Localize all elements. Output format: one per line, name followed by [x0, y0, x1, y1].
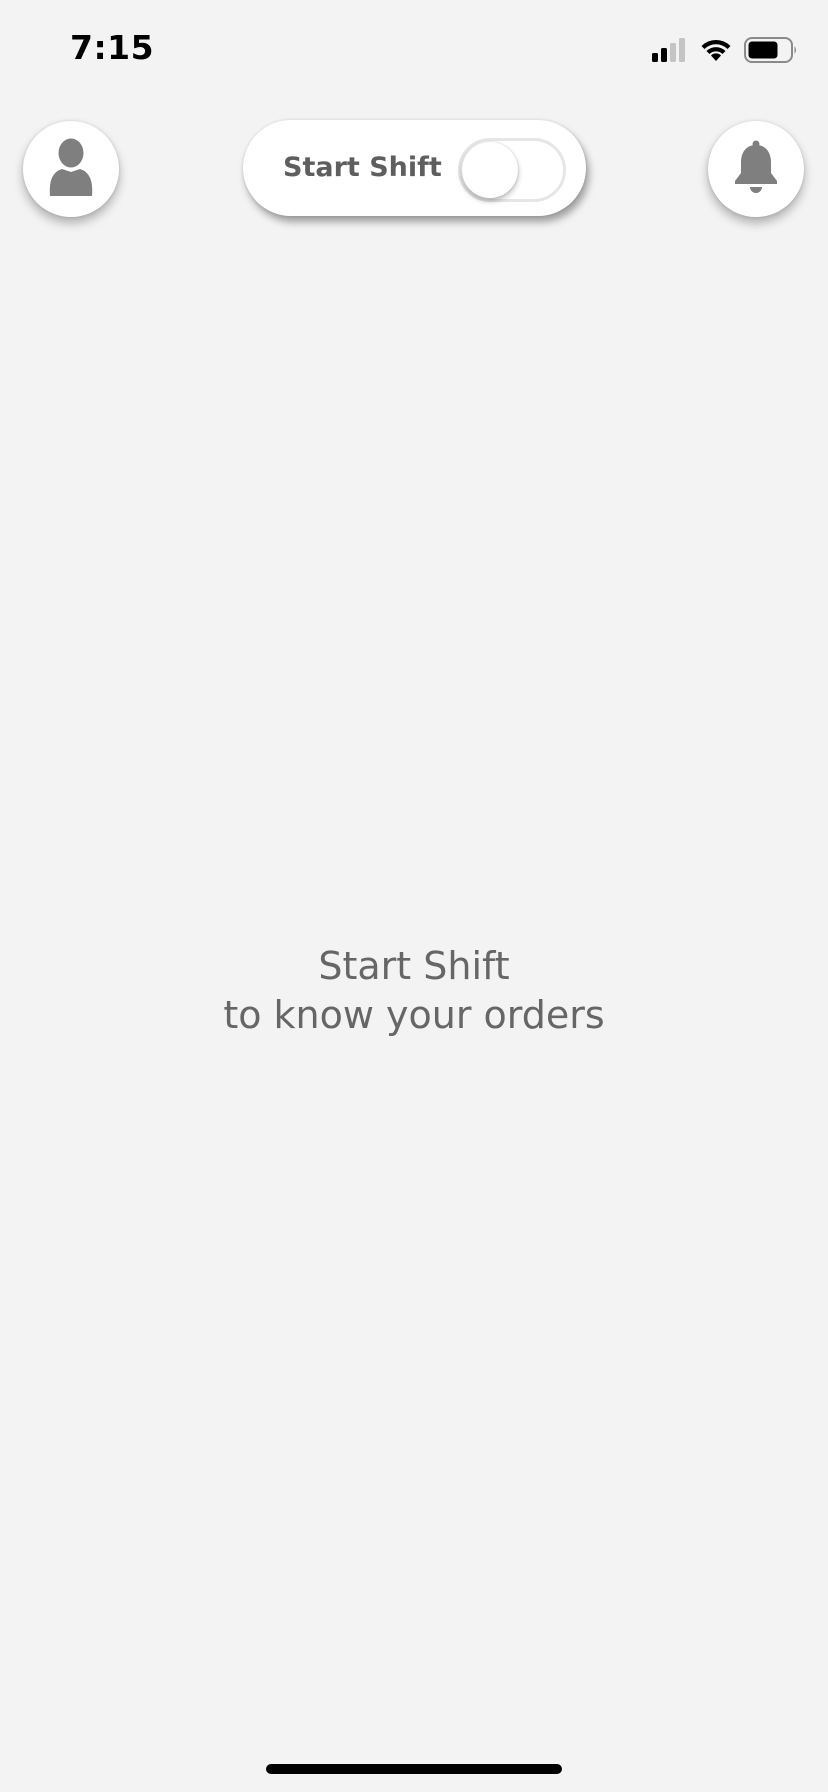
message-line-1: Start Shift — [318, 944, 510, 988]
home-indicator[interactable] — [266, 1764, 562, 1774]
empty-state-message: Start Shift to know your orders — [0, 942, 828, 1040]
status-bar: 7:15 — [0, 0, 828, 96]
person-icon — [48, 138, 94, 200]
start-shift-switch[interactable] — [458, 138, 566, 202]
status-time: 7:15 — [70, 28, 155, 67]
bell-icon — [733, 140, 779, 198]
app-screen: 7:15 Start Shift Start Shift to know you… — [0, 0, 828, 1792]
status-icons — [652, 36, 798, 64]
cellular-signal-icon — [652, 38, 688, 62]
battery-icon — [744, 37, 798, 63]
profile-button[interactable] — [23, 121, 119, 217]
start-shift-label: Start Shift — [283, 152, 442, 183]
message-line-2: to know your orders — [223, 993, 605, 1037]
switch-knob[interactable] — [462, 142, 518, 198]
notifications-button[interactable] — [708, 121, 804, 217]
start-shift-toggle-pill[interactable]: Start Shift — [243, 120, 586, 216]
wifi-icon — [700, 38, 732, 62]
